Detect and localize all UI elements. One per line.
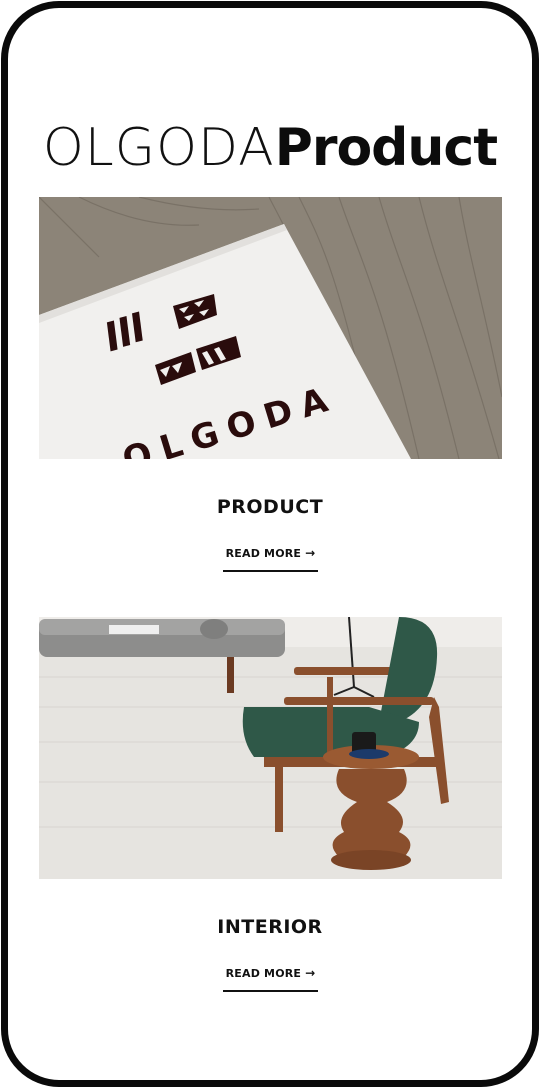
logo-mockup-illustration: OLGODA [39, 197, 502, 459]
arrow-right-icon: → [305, 546, 316, 560]
brand-section: Product [274, 118, 498, 178]
read-more-label: READ MORE [225, 547, 302, 560]
brand-name: OLGODA [42, 118, 275, 178]
interior-image[interactable] [39, 617, 502, 879]
page-title: OLGODAProduct [8, 118, 532, 178]
product-image[interactable]: OLGODA [39, 197, 502, 459]
interior-illustration [39, 617, 502, 879]
read-more-product-link[interactable]: READ MORE → [223, 546, 318, 572]
phone-frame: OLGODAProduct OLGODA PRODUCT READ MORE →… [1, 1, 539, 1087]
read-more-interior-link[interactable]: READ MORE → [223, 966, 318, 992]
card-title-interior: INTERIOR [217, 916, 323, 938]
arrow-right-icon: → [305, 966, 316, 980]
card-title-product: PRODUCT [216, 496, 324, 518]
read-more-label: READ MORE [225, 967, 302, 980]
